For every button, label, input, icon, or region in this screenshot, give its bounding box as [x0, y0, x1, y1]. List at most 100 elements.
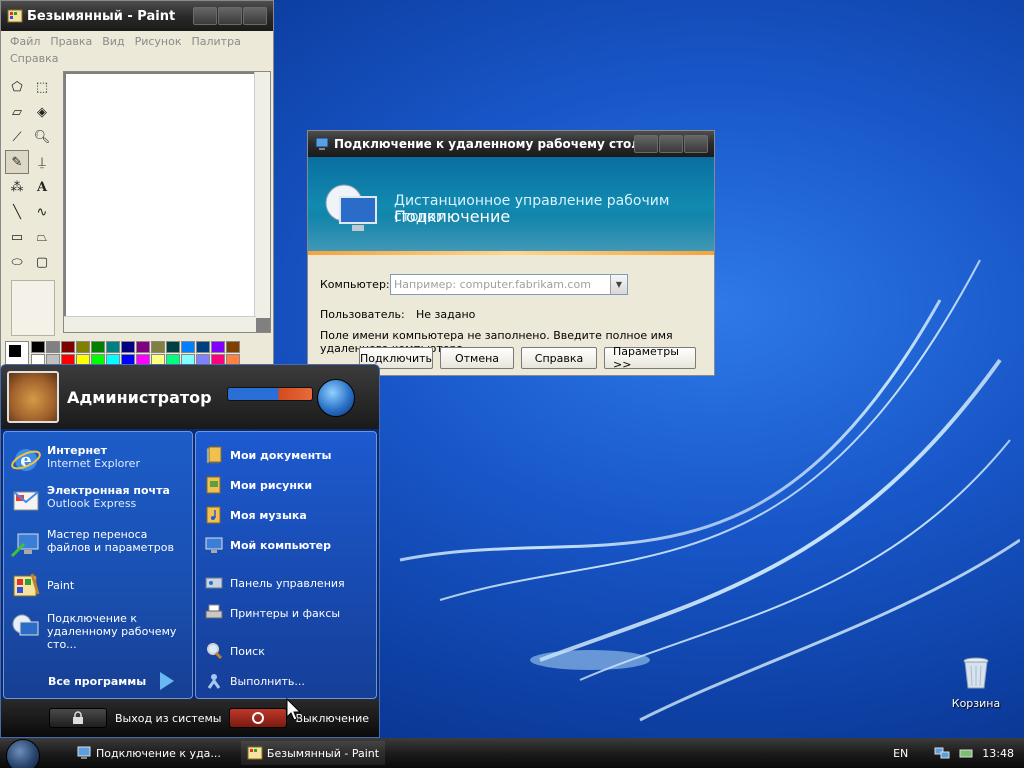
- color-swatch[interactable]: [151, 341, 165, 353]
- free-select-icon[interactable]: ⬠: [5, 75, 29, 99]
- color-swatch[interactable]: [181, 341, 195, 353]
- menu-view[interactable]: Вид: [97, 33, 129, 50]
- close-button[interactable]: [684, 135, 708, 153]
- rectangle-tool-icon[interactable]: ▭: [5, 225, 29, 249]
- tool-options-box[interactable]: [11, 280, 55, 336]
- menu-edit[interactable]: Правка: [45, 33, 97, 50]
- logoff-label[interactable]: Выход из системы: [115, 712, 221, 725]
- line-tool-icon[interactable]: ╲: [5, 200, 29, 224]
- logoff-button[interactable]: [48, 708, 107, 728]
- menu-colors[interactable]: Палитра: [186, 33, 245, 50]
- menu-image[interactable]: Рисунок: [130, 33, 187, 50]
- maximize-button[interactable]: [218, 7, 242, 25]
- color-swatch[interactable]: [31, 341, 45, 353]
- rdp-titlebar[interactable]: Подключение к удаленному рабочему столу: [308, 131, 714, 157]
- all-programs-button[interactable]: Все программы: [48, 672, 175, 690]
- place-control-panel[interactable]: Панель управления: [196, 568, 376, 598]
- username: Администратор: [67, 387, 212, 407]
- paint-titlebar[interactable]: Безымянный - Paint: [1, 1, 273, 31]
- place-run[interactable]: Выполнить...: [196, 666, 376, 696]
- power-icon: [252, 712, 265, 724]
- color-swatch[interactable]: [226, 341, 240, 353]
- start-menu-places: Мои документы Мои рисунки Моя музыка Мой…: [195, 431, 377, 699]
- eraser-icon[interactable]: ▱: [5, 100, 29, 124]
- rdp-title: Подключение к удаленному рабочему столу: [334, 137, 634, 151]
- color-swatch[interactable]: [106, 341, 120, 353]
- run-icon: [207, 674, 221, 689]
- text-tool-icon[interactable]: A: [30, 175, 54, 199]
- color-swatch[interactable]: [196, 341, 210, 353]
- maximize-button[interactable]: [659, 135, 683, 153]
- place-my-documents[interactable]: Мои документы: [196, 440, 376, 470]
- menu-help[interactable]: Справка: [5, 50, 63, 67]
- minimize-button[interactable]: [193, 7, 217, 25]
- pencil-icon[interactable]: ✎: [5, 150, 29, 174]
- place-printers-faxes[interactable]: Принтеры и факсы: [196, 598, 376, 628]
- polygon-tool-icon[interactable]: ⏢: [30, 225, 54, 249]
- rect-select-icon[interactable]: ⬚: [30, 75, 54, 99]
- rdp-app-icon: [315, 137, 329, 150]
- start-item-paint[interactable]: Paint: [4, 566, 192, 606]
- remote-computer-icon: [325, 184, 377, 231]
- place-label: Мои рисунки: [230, 478, 313, 492]
- outlook-express-icon: [13, 491, 39, 511]
- task-label: Подключение к уда...: [96, 746, 221, 760]
- color-swatch[interactable]: [46, 341, 60, 353]
- item-subtitle: Outlook Express: [47, 497, 137, 510]
- recycle-bin[interactable]: Корзина: [948, 656, 1004, 710]
- help-button[interactable]: Справка: [521, 347, 597, 369]
- start-item-email[interactable]: Электронная почта Outlook Express: [4, 480, 192, 520]
- airbrush-icon[interactable]: ⁂: [5, 175, 29, 199]
- place-label: Поиск: [230, 644, 265, 658]
- paint-app-icon: [7, 9, 23, 23]
- clock[interactable]: 13:48: [982, 747, 1014, 760]
- windows-logo-icon: [317, 379, 355, 417]
- language-indicator[interactable]: EN: [893, 747, 908, 760]
- safely-remove-icon[interactable]: [958, 745, 974, 761]
- color-swatch[interactable]: [76, 341, 90, 353]
- magnifier-icon[interactable]: 🔍︎: [30, 125, 54, 149]
- shutdown-label[interactable]: Выключение: [295, 712, 369, 725]
- color-swatch[interactable]: [166, 341, 180, 353]
- horizontal-scrollbar[interactable]: [64, 316, 256, 332]
- remote-desktop-icon: [77, 746, 91, 759]
- vertical-scrollbar[interactable]: [254, 72, 270, 318]
- curve-tool-icon[interactable]: ∿: [30, 200, 54, 224]
- color-swatch[interactable]: [121, 341, 135, 353]
- color-swatch[interactable]: [61, 341, 75, 353]
- start-item-transfer-wizard[interactable]: Мастер переноса файлов и параметров: [4, 524, 192, 564]
- start-item-remote-desktop[interactable]: Подключение к удаленному рабочему сто...: [4, 608, 192, 655]
- place-my-music[interactable]: Моя музыка: [196, 500, 376, 530]
- printer-icon: [205, 604, 223, 619]
- drawing-canvas[interactable]: [66, 74, 256, 316]
- fill-bucket-icon[interactable]: ◈: [30, 100, 54, 124]
- start-item-internet[interactable]: e Интернет Internet Explorer: [4, 440, 192, 480]
- menu-file[interactable]: Файл: [5, 33, 45, 50]
- taskbar: Подключение к уда... Безымянный - Paint …: [0, 738, 1024, 768]
- options-button[interactable]: Параметры >>: [604, 345, 696, 371]
- place-search[interactable]: Поиск: [196, 636, 376, 666]
- avatar[interactable]: [7, 371, 59, 423]
- internet-explorer-icon: e: [11, 449, 41, 471]
- computer-combobox[interactable]: Например: computer.fabrikam.com ▼: [390, 273, 628, 295]
- task-paint[interactable]: Безымянный - Paint: [240, 741, 386, 765]
- task-remote-desktop[interactable]: Подключение к уда...: [70, 741, 227, 765]
- lock-icon: [72, 711, 83, 724]
- start-button[interactable]: [6, 739, 40, 768]
- place-my-pictures[interactable]: Мои рисунки: [196, 470, 376, 500]
- shutdown-button[interactable]: [229, 708, 288, 728]
- rounded-rect-tool-icon[interactable]: ▢: [30, 250, 54, 274]
- chevron-down-icon[interactable]: ▼: [610, 274, 627, 294]
- minimize-button[interactable]: [634, 135, 658, 153]
- network-icon[interactable]: [934, 745, 950, 761]
- color-swatch[interactable]: [211, 341, 225, 353]
- color-swatch[interactable]: [136, 341, 150, 353]
- brush-icon[interactable]: ⍊: [30, 150, 54, 174]
- ellipse-tool-icon[interactable]: ⬭: [5, 250, 29, 274]
- cancel-button[interactable]: Отмена: [440, 347, 514, 369]
- place-my-computer[interactable]: Мой компьютер: [196, 530, 376, 560]
- color-swatch[interactable]: [91, 341, 105, 353]
- close-button[interactable]: [243, 7, 267, 25]
- color-picker-icon[interactable]: ⟋: [5, 125, 29, 149]
- remote-desktop-dialog: Подключение к удаленному рабочему столу …: [307, 130, 715, 376]
